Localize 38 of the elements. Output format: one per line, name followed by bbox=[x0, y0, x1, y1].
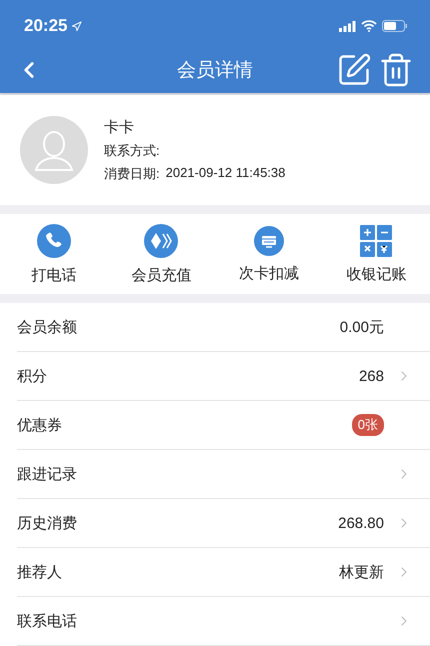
chevrons-icon bbox=[144, 224, 178, 258]
row-value: 林更新 bbox=[339, 562, 384, 582]
phone-icon bbox=[36, 224, 71, 258]
info-row[interactable]: 推荐人 林更新 bbox=[17, 548, 430, 597]
count-badge: 0张 bbox=[352, 414, 384, 436]
info-row[interactable]: 历史消费 268.80 bbox=[17, 499, 430, 548]
row-label: 联系电话 bbox=[17, 612, 78, 630]
member-name: 卡卡 bbox=[104, 118, 135, 137]
info-row[interactable]: 联系电话 bbox=[17, 597, 430, 646]
page-title: 会员详情 bbox=[176, 59, 254, 84]
avatar-icon bbox=[20, 116, 88, 184]
info-row[interactable]: 会员余额 0.00元 bbox=[17, 303, 430, 352]
row-label: 积分 bbox=[17, 366, 48, 386]
status-time: 20:25 bbox=[24, 16, 68, 36]
consume-date: 2021-09-12 11:45:38 bbox=[166, 164, 286, 182]
wifi-icon bbox=[361, 20, 377, 32]
date-label: 消费日期: bbox=[104, 164, 160, 183]
calculator-icon bbox=[360, 224, 392, 257]
action-button[interactable]: 收银记账 bbox=[322, 214, 430, 294]
row-label: 历史消费 bbox=[17, 514, 78, 532]
contact-label: 联系方式: bbox=[104, 142, 161, 160]
info-row[interactable]: 积分 268 bbox=[17, 352, 430, 401]
info-row[interactable]: 优惠券 0张 bbox=[17, 401, 430, 450]
action-button[interactable]: 会员充值 bbox=[108, 214, 215, 294]
row-label: 跟进记录 bbox=[17, 464, 78, 484]
row-label: 推荐人 bbox=[17, 562, 63, 582]
row-value: 0.00元 bbox=[340, 318, 384, 336]
signal-icon bbox=[339, 20, 356, 32]
row-label: 优惠券 bbox=[17, 416, 63, 434]
location-icon bbox=[71, 20, 82, 32]
card-icon bbox=[254, 226, 284, 256]
action-button[interactable]: 打电话 bbox=[0, 214, 108, 294]
battery-icon bbox=[382, 20, 408, 32]
row-label: 会员余额 bbox=[17, 318, 78, 336]
action-button[interactable]: 次卡扣减 bbox=[215, 214, 322, 294]
info-row[interactable]: 跟进记录 bbox=[17, 450, 430, 499]
row-value: 268 bbox=[358, 368, 384, 384]
row-value: 268.80 bbox=[338, 514, 384, 532]
